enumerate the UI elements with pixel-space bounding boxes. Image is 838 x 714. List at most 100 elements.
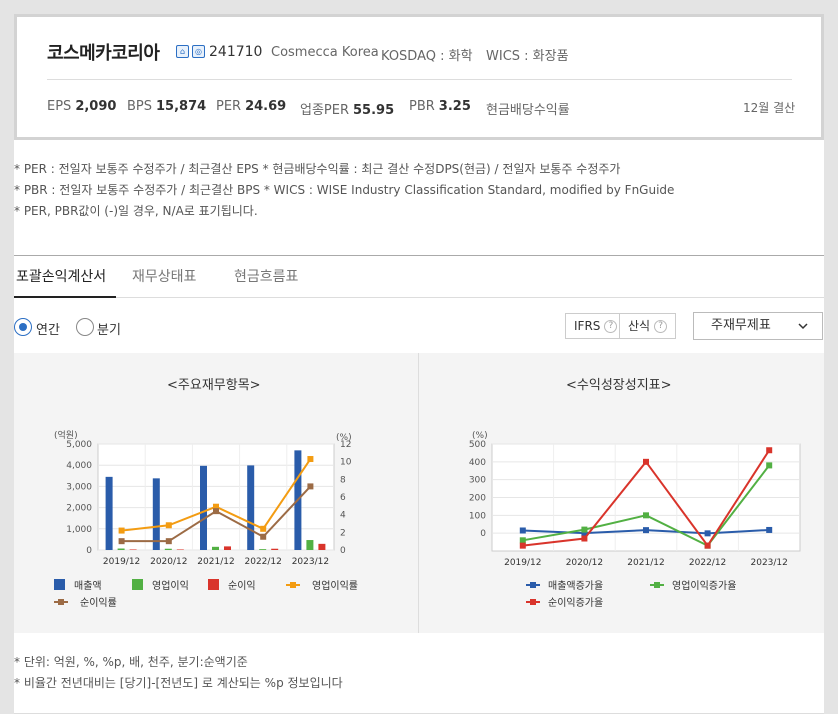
bar-operating-income [164, 548, 172, 550]
legend-label: 순이익증가율 [548, 597, 603, 609]
market-sector: KOSDAQ : 화학 [381, 49, 473, 64]
company-header: 코스메카코리아 ⌂ ◎ 241710 Cosmecca Korea KOSDAQ… [14, 14, 824, 140]
statement-type-select[interactable]: 주재무제표 [693, 312, 823, 340]
legend-label: 매출액증가율 [548, 580, 603, 592]
x-tick-label: 2019/12 [103, 557, 140, 567]
bar-operating-income [306, 540, 314, 550]
stock-code: 241710 [209, 44, 263, 60]
y-tick-label: 300 [469, 476, 486, 486]
report-icon[interactable]: ◎ [192, 45, 205, 58]
bar-operating-income [259, 549, 267, 550]
statement-type-value: 주재무제표 [711, 318, 771, 333]
y-tick-label: 100 [469, 511, 486, 521]
legend-marker [654, 582, 660, 588]
chart-title-financials: <주요재무항목> [167, 378, 261, 393]
formula-button[interactable]: 산식? [619, 313, 677, 339]
legend-label: 순이익률 [80, 597, 117, 609]
y2-tick-label: 0 [340, 546, 346, 556]
y-tick-label: 200 [469, 494, 486, 504]
line-point [704, 542, 711, 549]
note-line: * PBR : 전일자 보통주 수정주가 / 최근결산 BPS * WICS :… [14, 183, 675, 197]
note-line: * PER : 전일자 보통주 수정주가 / 최근결산 EPS * 현금배당수익… [14, 162, 621, 176]
y2-tick-label: 2 [340, 528, 346, 538]
bar-net-income [271, 548, 279, 550]
y-tick-label: 3,000 [66, 482, 92, 492]
y-tick-label: 4,000 [66, 461, 92, 471]
footnote: * 비율간 전년대비는 [당기]-[전년도] 로 계산되는 %p 정보입니다 [14, 676, 343, 690]
metric-sector-per: 업종PER 55.95 [300, 103, 395, 118]
y-tick-label: 400 [469, 458, 486, 468]
radio-quarter[interactable] [76, 318, 94, 336]
growth-chart: 0 100 200 300 400 500(%) 2019/12 2020/12 2021/12… [469, 431, 801, 609]
legend-marker [530, 599, 536, 605]
ifrs-button[interactable]: IFRS? [565, 313, 627, 339]
tab-income-statement[interactable]: 포괄손익계산서 [16, 266, 106, 286]
x-tick-label: 2023/12 [751, 558, 788, 568]
bar-net-income [129, 549, 137, 550]
settlement-month: 12월 결산 [743, 101, 796, 115]
note-line: * PER, PBR값이 (-)일 경우, N/A로 표기됩니다. [14, 204, 258, 218]
legend-label: 영업이익증가율 [672, 579, 736, 592]
y2-tick-label: 4 [340, 511, 346, 521]
line-point [581, 535, 588, 542]
wics-sector: WICS : 화장품 [486, 49, 569, 64]
metric-pbr: PBR 3.25 [409, 99, 471, 114]
legend-swatch [132, 579, 143, 590]
help-icon[interactable]: ? [654, 320, 668, 333]
line-point [519, 527, 526, 534]
metric-eps: EPS 2,090 [47, 99, 117, 114]
company-name: 코스메카코리아 [47, 43, 160, 64]
y-tick-label: 1,000 [66, 525, 92, 535]
y2-tick-label: 8 [340, 475, 346, 485]
x-tick-label: 2021/12 [197, 557, 234, 567]
legend-swatch [208, 579, 219, 590]
x-tick-label: 2021/12 [627, 558, 664, 568]
legend-marker [530, 582, 536, 588]
y-tick-label: 500 [469, 440, 486, 450]
outer-frame-left [0, 0, 14, 714]
y2-tick-label: 6 [340, 493, 346, 503]
line-point [766, 526, 773, 533]
charts-divider [418, 353, 419, 633]
line-point [643, 527, 649, 534]
tab-balance-sheet[interactable]: 재무상태표 [132, 266, 196, 286]
financials-chart: 01,0002,0003,0004,0005,000024681012(억원)(… [54, 429, 358, 609]
header-divider [47, 79, 792, 80]
metric-dividend-yield: 현금배당수익률 [486, 103, 570, 118]
legend-label: 매출액 [74, 580, 102, 592]
legend-marker [58, 599, 64, 605]
line-point [165, 538, 172, 545]
legend-marker [290, 582, 296, 588]
x-tick-label: 2020/12 [150, 557, 187, 567]
footnote: * 단위: 억원, %, %p, 배, 천주, 분기:순액기준 [14, 655, 248, 669]
bar-revenue [152, 478, 160, 550]
company-name-en: Cosmecca Korea [271, 45, 379, 60]
bar-operating-income [212, 546, 219, 550]
y-tick-label: 2,000 [66, 504, 92, 514]
home-icon[interactable]: ⌂ [176, 45, 189, 58]
tabs-bottom-border [14, 297, 824, 298]
x-tick-label: 2019/12 [504, 558, 541, 568]
line-point [519, 537, 526, 544]
line-point [519, 542, 526, 549]
legend-swatch [54, 579, 65, 590]
y-tick-label: 5,000 [66, 440, 92, 450]
y-tick-label: 0 [480, 529, 486, 539]
y-axis-label: (억원) [54, 429, 78, 441]
chevron-down-icon [798, 323, 808, 330]
help-icon[interactable]: ? [604, 320, 618, 333]
chart-title-growth: <수익성장성지표> [566, 378, 672, 393]
line-point [165, 522, 172, 529]
bar-revenue [105, 476, 113, 550]
page: 코스메카코리아 ⌂ ◎ 241710 Cosmecca Korea KOSDAQ… [14, 14, 824, 714]
formula-label: 산식 [628, 319, 651, 333]
y-axis-label: (%) [472, 431, 488, 441]
line-point [260, 533, 267, 540]
radio-quarter-label[interactable]: 분기 [97, 319, 121, 338]
bar-revenue [200, 465, 207, 550]
metric-bps: BPS 15,874 [127, 99, 207, 114]
y-tick-label: 0 [86, 546, 92, 556]
tab-cash-flow[interactable]: 현금흐름표 [234, 266, 298, 286]
radio-annual-label[interactable]: 연간 [36, 319, 60, 338]
radio-annual[interactable] [14, 318, 32, 336]
